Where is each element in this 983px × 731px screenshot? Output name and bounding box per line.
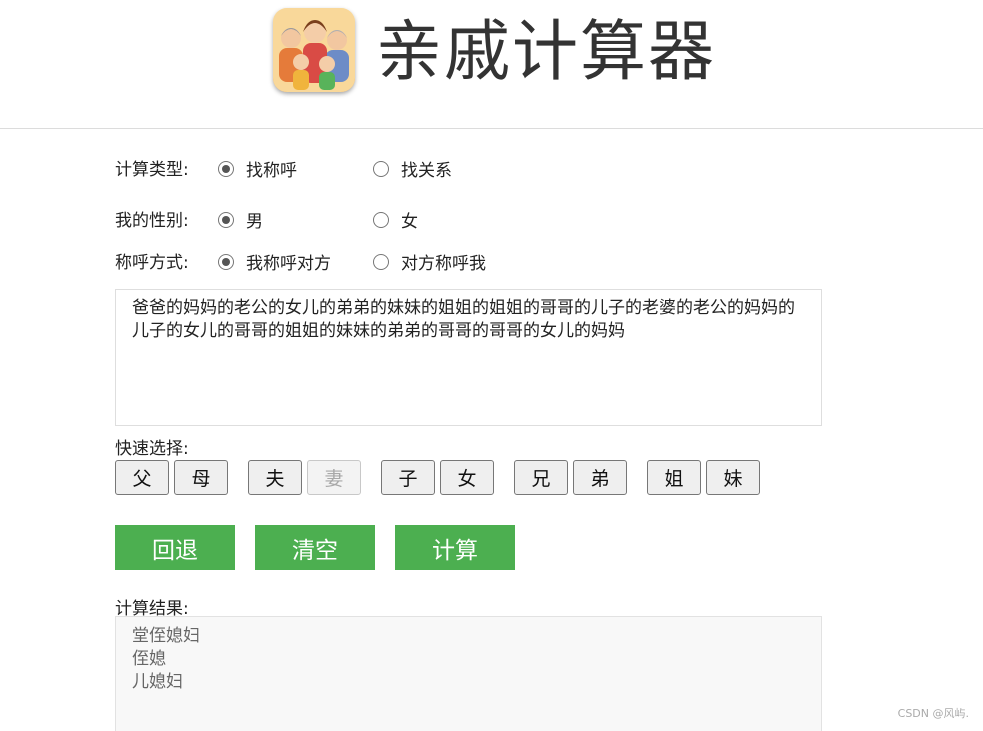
radio-label: 女 [401, 212, 418, 232]
calculate-button[interactable]: 计算 [395, 525, 515, 570]
quick-father-button[interactable]: 父 [115, 460, 169, 495]
back-button[interactable]: 回退 [115, 525, 235, 570]
header: 亲戚计算器 [0, 0, 983, 129]
clear-button[interactable]: 清空 [255, 525, 375, 570]
radio-label: 对方称呼我 [401, 254, 486, 274]
radio-circle[interactable] [373, 211, 389, 228]
radio-label: 找称呼 [246, 161, 297, 181]
radio-label: 我称呼对方 [246, 254, 331, 274]
radio-circle[interactable] [373, 253, 389, 270]
app-title: 亲戚计算器 [376, 13, 716, 90]
mode-label: 称呼方式: [115, 253, 189, 273]
quick-husband-button[interactable]: 夫 [248, 460, 302, 495]
radio-circle-checked[interactable] [218, 211, 234, 228]
result-line: 儿媳妇 [132, 672, 183, 692]
radio-label: 找关系 [401, 161, 452, 181]
radio-circle-checked[interactable] [218, 253, 234, 270]
radio-find-relation[interactable]: 找关系 [373, 156, 452, 181]
radio-male[interactable]: 男 [218, 207, 263, 232]
relation-input[interactable]: 爸爸的妈妈的老公的女儿的弟弟的妹妹的姐姐的姐姐的哥哥的儿子的老婆的老公的妈妈的儿… [115, 289, 822, 426]
gender-label: 我的性别: [115, 211, 189, 231]
quick-son-button[interactable]: 子 [381, 460, 435, 495]
radio-label: 男 [246, 212, 263, 232]
quick-younger-sister-button[interactable]: 妹 [706, 460, 760, 495]
quick-mother-button[interactable]: 母 [174, 460, 228, 495]
radio-circle[interactable] [373, 160, 389, 177]
family-icon [273, 8, 355, 92]
radio-find-title[interactable]: 找称呼 [218, 156, 297, 181]
quick-elder-sister-button[interactable]: 姐 [647, 460, 701, 495]
watermark: CSDN @风屿. [897, 707, 969, 720]
calc-type-label: 计算类型: [115, 160, 189, 180]
radio-they-call-me[interactable]: 对方称呼我 [373, 249, 486, 274]
radio-i-call-them[interactable]: 我称呼对方 [218, 249, 331, 274]
radio-female[interactable]: 女 [373, 207, 418, 232]
result-line: 侄媳 [132, 649, 166, 669]
quick-younger-brother-button[interactable]: 弟 [573, 460, 627, 495]
result-output: 堂侄媳妇 侄媳 儿媳妇 [115, 616, 822, 731]
quick-select-label: 快速选择: [115, 439, 189, 459]
quick-elder-brother-button[interactable]: 兄 [514, 460, 568, 495]
radio-circle-checked[interactable] [218, 160, 234, 177]
quick-daughter-button[interactable]: 女 [440, 460, 494, 495]
result-line: 堂侄媳妇 [132, 626, 200, 646]
quick-wife-button: 妻 [307, 460, 361, 495]
